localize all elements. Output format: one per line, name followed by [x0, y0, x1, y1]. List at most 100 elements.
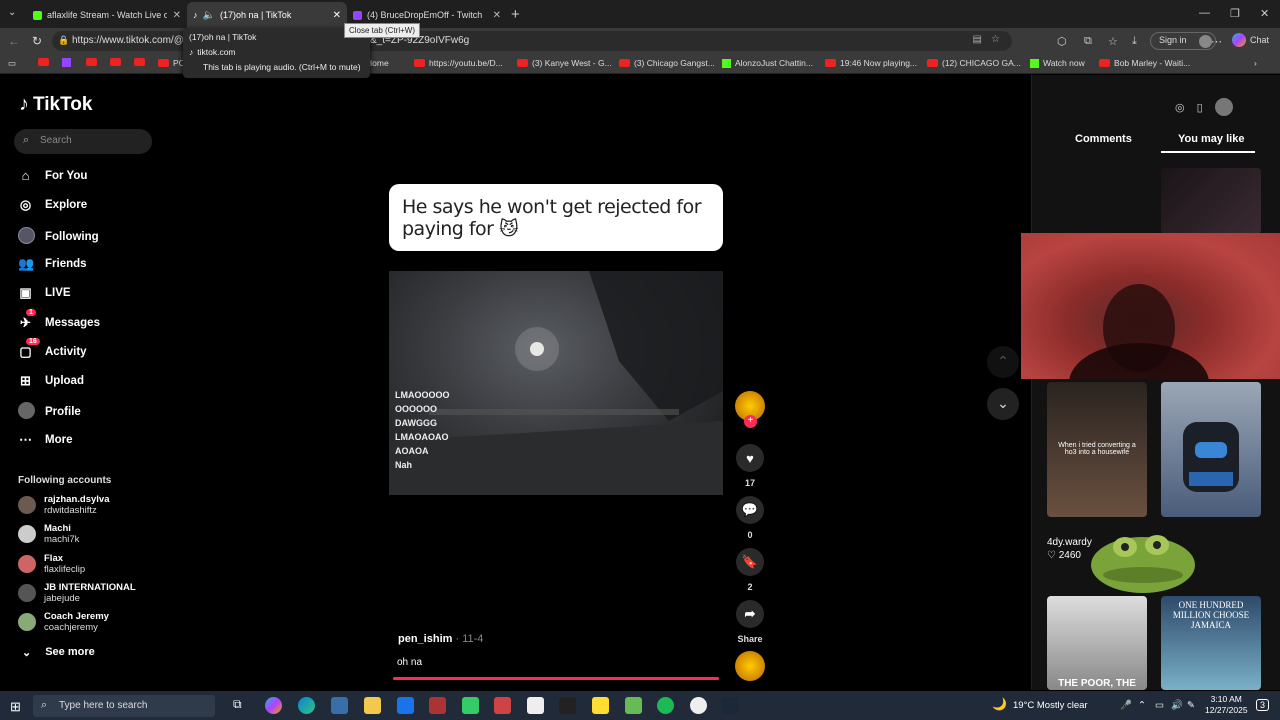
copilot-chat-button[interactable]: Chat — [1232, 33, 1269, 47]
tab-you-may-like[interactable]: You may like — [1178, 133, 1244, 145]
bookmark-youtube-icon[interactable] — [110, 58, 121, 66]
reader-icon[interactable]: ▤ — [973, 34, 982, 45]
bookmark-youtube-icon[interactable] — [134, 58, 145, 66]
suggested-video-thumbnail[interactable] — [1161, 168, 1261, 234]
nav-activity[interactable]: ▢ 16 Activity — [18, 338, 87, 360]
favorites-icon[interactable]: ☆ — [1108, 35, 1118, 48]
edge-icon[interactable] — [298, 697, 315, 714]
steam-icon[interactable] — [722, 697, 739, 714]
suggested-video-thumbnail[interactable]: THE POOR, THE RICH — [1047, 596, 1147, 690]
bookmark-kanye[interactable]: (3) Kanye West - G... — [517, 58, 612, 68]
bookmark-chicago-ga[interactable]: (12) CHICAGO GA... — [927, 58, 1021, 68]
nav-messages[interactable]: ✈ 1 Messages — [18, 309, 100, 331]
following-account[interactable]: Machi machi7k — [18, 523, 79, 545]
see-more-button[interactable]: ⌄ See more — [22, 646, 95, 659]
back-icon[interactable]: ← — [8, 34, 20, 48]
bookmark-bob-marley[interactable]: Bob Marley - Waiti... — [1099, 58, 1190, 68]
following-account[interactable]: JB INTERNATIONAL jabejude — [18, 582, 136, 604]
following-account[interactable]: Flax flaxlifeclip — [18, 553, 85, 575]
app-icon[interactable] — [592, 697, 609, 714]
app-icon[interactable] — [494, 697, 511, 714]
chrome-icon[interactable] — [690, 697, 707, 714]
suggested-video-thumbnail[interactable]: ONE HUNDRED MILLION CHOOSE JAMAICA — [1161, 596, 1261, 690]
task-view-icon[interactable]: ⧉ — [233, 697, 250, 714]
spotify-icon[interactable] — [657, 697, 674, 714]
suggested-video-thumbnail[interactable]: When i tried converting a ho3 into a hou… — [1047, 382, 1147, 517]
collections-icon[interactable]: ▭ — [8, 58, 16, 69]
compass-icon[interactable]: ◎ — [1175, 101, 1185, 114]
system-clock[interactable]: 3:10 AM 12/27/2025 — [1205, 694, 1248, 716]
network-icon[interactable]: ▭ — [1155, 700, 1164, 711]
bookmarks-overflow-icon[interactable]: › — [1254, 58, 1257, 68]
bookmark-youtube-icon[interactable] — [86, 58, 97, 66]
previous-video-button[interactable]: ⌃ — [987, 346, 1019, 378]
device-icon[interactable]: ▯ — [1197, 101, 1203, 114]
suggested-video-thumbnail[interactable] — [1047, 168, 1147, 234]
nav-upload[interactable]: ⊞ Upload — [18, 373, 84, 389]
bookmark-youtu[interactable]: https://youtu.be/D... — [414, 58, 503, 68]
bookmark-chicago[interactable]: (3) Chicago Gangst... — [619, 58, 715, 68]
app-icon[interactable] — [559, 697, 576, 714]
creator-avatar[interactable]: + — [735, 391, 765, 428]
volume-icon[interactable]: 🔊 — [1171, 700, 1183, 711]
app-icon[interactable] — [429, 697, 446, 714]
next-video-button[interactable]: ⌄ — [987, 388, 1019, 420]
nav-live[interactable]: ▣ LIVE — [18, 285, 70, 301]
notification-count[interactable]: 3 — [1256, 699, 1270, 711]
suggested-video-thumbnail[interactable] — [1161, 382, 1261, 517]
app-icon[interactable] — [625, 697, 642, 714]
maximize-icon[interactable]: ❐ — [1230, 7, 1240, 20]
windows-start-icon[interactable]: ⊞ — [10, 699, 21, 715]
music-disc-icon[interactable] — [735, 651, 765, 681]
close-tab-icon[interactable]: ✕ — [333, 10, 341, 21]
video-player[interactable]: LMAOOOOO OOOOOO DAWGGG LMAOAOAO AOAOA Na… — [389, 271, 723, 495]
close-window-icon[interactable]: ✕ — [1260, 7, 1269, 20]
tray-up-icon[interactable]: ⌃ — [1138, 700, 1146, 711]
tab-kick[interactable]: aflaxlife Stream - Watch Live on Ki ✕ — [27, 2, 187, 28]
nav-explore[interactable]: ◎ Explore — [18, 197, 87, 213]
speaker-icon[interactable]: 🔈 — [203, 10, 215, 21]
outlook-icon[interactable] — [397, 697, 414, 714]
bookmark-pc[interactable]: PC — [158, 58, 185, 68]
like-button[interactable]: ♥ 17 — [735, 444, 765, 488]
new-tab-icon[interactable]: + — [511, 6, 520, 23]
nav-for-you[interactable]: ⌂ For You — [18, 168, 88, 183]
weather-text[interactable]: 19°C Mostly clear — [1013, 700, 1088, 711]
bookmark-alonzo[interactable]: AlonzoJust Chattin... — [722, 58, 813, 68]
profile-avatar-icon[interactable] — [1214, 98, 1233, 116]
follow-plus-icon[interactable]: + — [744, 415, 757, 428]
save-button[interactable]: 🔖 2 — [735, 548, 765, 592]
taskbar-search-input[interactable]: ⌕ Type here to search — [33, 695, 215, 717]
copilot-icon[interactable] — [265, 697, 282, 714]
share-button[interactable]: ➦ Share — [735, 600, 765, 644]
settings-more-icon[interactable]: ⋯ — [1211, 35, 1222, 48]
sign-in-button[interactable]: Sign in — [1150, 32, 1216, 50]
tab-list-icon[interactable]: ⌄ — [8, 7, 16, 18]
refresh-icon[interactable]: ↻ — [32, 34, 42, 48]
pen-icon[interactable]: ✎ — [1187, 700, 1195, 711]
app-icon[interactable] — [462, 697, 479, 714]
tiktok-search-input[interactable]: ⌕ Search — [14, 129, 152, 154]
tab-comments[interactable]: Comments — [1075, 133, 1132, 145]
close-tab-icon[interactable]: ✕ — [173, 10, 181, 21]
following-account[interactable]: rajzhan.dsylva rdwitdashiftz — [18, 494, 109, 516]
bookmark-now-playing[interactable]: 19:46 Now playing... — [825, 58, 917, 68]
comment-button[interactable]: 💬 0 — [735, 496, 765, 540]
nav-following[interactable]: Following — [18, 227, 99, 247]
tab-tiktok[interactable]: ♪ 🔈 (17)oh na | TikTok ✕ — [187, 2, 347, 28]
extensions-icon[interactable]: ⬡ — [1057, 35, 1067, 48]
bookmark-youtube-icon[interactable] — [38, 58, 49, 66]
app-icon[interactable] — [527, 697, 544, 714]
tab-actions-icon[interactable]: ⧉ — [1084, 35, 1092, 48]
file-explorer-icon[interactable] — [364, 697, 381, 714]
nav-more[interactable]: ⋯ More — [18, 432, 72, 448]
bookmark-twitch-icon[interactable] — [62, 58, 71, 67]
close-tab-icon[interactable]: ✕ — [493, 10, 501, 21]
nav-friends[interactable]: 👥 Friends — [18, 256, 87, 272]
mic-icon[interactable]: 🎤 — [1120, 700, 1132, 711]
following-account[interactable]: Coach Jeremy coachjeremy — [18, 611, 109, 633]
store-icon[interactable] — [331, 697, 348, 714]
downloads-icon[interactable]: ⤓ — [1132, 35, 1137, 48]
nav-profile[interactable]: Profile — [18, 402, 81, 422]
tiktok-logo[interactable]: ♪ TikTok — [19, 93, 92, 116]
